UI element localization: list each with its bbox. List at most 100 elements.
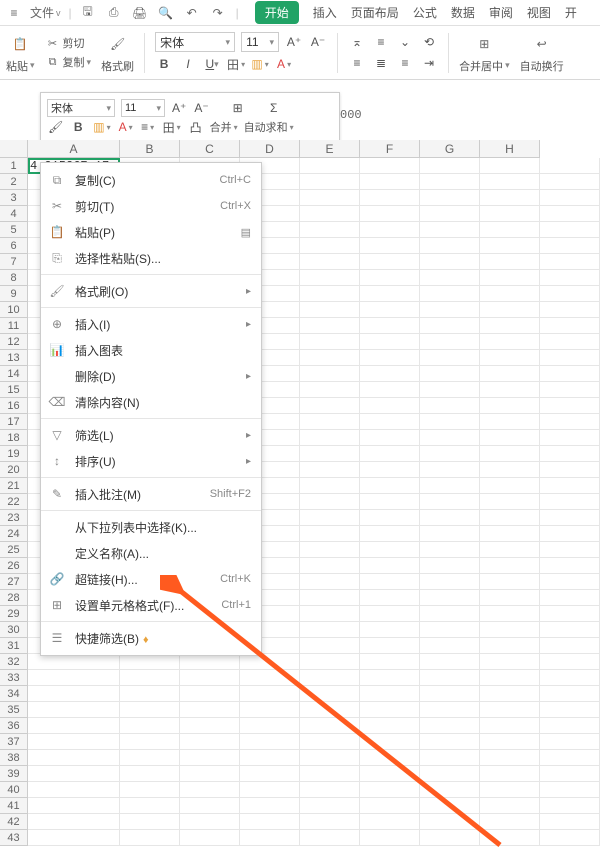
cell[interactable] — [480, 798, 540, 814]
cell[interactable] — [28, 702, 120, 718]
cell[interactable] — [480, 414, 540, 430]
cell[interactable] — [28, 654, 120, 670]
tab-formula[interactable]: 公式 — [413, 2, 437, 23]
cell[interactable] — [540, 510, 600, 526]
cell[interactable] — [360, 334, 420, 350]
ctx-sort[interactable]: ↕排序(U) — [41, 448, 261, 474]
cell[interactable] — [360, 670, 420, 686]
cell[interactable] — [480, 702, 540, 718]
cell[interactable] — [300, 782, 360, 798]
mini-autosum-label[interactable]: 自动求和 — [244, 119, 294, 135]
italic-button[interactable]: I — [179, 55, 197, 73]
cell[interactable] — [28, 670, 120, 686]
cell[interactable] — [300, 606, 360, 622]
cell[interactable] — [420, 718, 480, 734]
cell[interactable] — [420, 222, 480, 238]
cell[interactable] — [480, 558, 540, 574]
cell[interactable] — [420, 574, 480, 590]
bold-button[interactable]: B — [155, 55, 173, 73]
col-header-c[interactable]: C — [180, 140, 240, 158]
cell[interactable] — [480, 398, 540, 414]
ctx-copy[interactable]: ⧉复制(C)Ctrl+C — [41, 167, 261, 193]
cell[interactable] — [480, 510, 540, 526]
cell[interactable] — [360, 638, 420, 654]
cell[interactable] — [300, 254, 360, 270]
ctx-clear[interactable]: ⌫清除内容(N) — [41, 389, 261, 415]
file-menu[interactable]: 文件 v — [30, 4, 61, 21]
cell[interactable] — [360, 430, 420, 446]
decrease-font-icon[interactable]: A⁻ — [309, 33, 327, 51]
mini-align-button[interactable]: ≡ — [140, 119, 156, 135]
cell[interactable] — [360, 830, 420, 846]
cell[interactable] — [540, 206, 600, 222]
cell[interactable] — [540, 382, 600, 398]
cell[interactable] — [420, 654, 480, 670]
cell[interactable] — [240, 814, 300, 830]
col-header-a[interactable]: A — [28, 140, 120, 158]
cell[interactable] — [420, 366, 480, 382]
cell[interactable] — [480, 638, 540, 654]
cell[interactable] — [540, 446, 600, 462]
mini-size-select[interactable]: 11▾ — [121, 99, 165, 117]
cell[interactable] — [360, 622, 420, 638]
cell[interactable] — [120, 782, 180, 798]
cell[interactable] — [420, 734, 480, 750]
cell[interactable] — [480, 270, 540, 286]
save-as-icon[interactable]: ⎙ — [106, 5, 122, 21]
cell[interactable] — [240, 798, 300, 814]
cell[interactable] — [480, 494, 540, 510]
cell[interactable] — [120, 670, 180, 686]
cell[interactable] — [180, 782, 240, 798]
row-header[interactable]: 19 — [0, 446, 28, 462]
row-header[interactable]: 24 — [0, 526, 28, 542]
cell[interactable] — [420, 414, 480, 430]
cell[interactable] — [480, 750, 540, 766]
row-header[interactable]: 3 — [0, 190, 28, 206]
cell[interactable] — [120, 814, 180, 830]
cell[interactable] — [300, 510, 360, 526]
cell[interactable] — [28, 734, 120, 750]
cell[interactable] — [300, 766, 360, 782]
mini-font-color-button[interactable]: A — [118, 119, 134, 135]
cell[interactable] — [180, 830, 240, 846]
cell[interactable] — [540, 622, 600, 638]
row-header[interactable]: 8 — [0, 270, 28, 286]
cell[interactable] — [300, 190, 360, 206]
ctx-paste[interactable]: 📋粘贴(P)▤ — [41, 219, 261, 245]
cell[interactable] — [420, 526, 480, 542]
cell[interactable] — [420, 638, 480, 654]
row-header[interactable]: 12 — [0, 334, 28, 350]
mini-increase-font-icon[interactable]: A⁺ — [171, 100, 187, 116]
auto-wrap-group[interactable]: ↩ 自动换行 — [520, 32, 564, 74]
cell[interactable] — [360, 286, 420, 302]
cell[interactable] — [240, 750, 300, 766]
cell[interactable] — [480, 782, 540, 798]
indent-icon[interactable]: ⇥ — [420, 54, 438, 72]
cell[interactable] — [540, 814, 600, 830]
cell[interactable] — [420, 238, 480, 254]
row-header[interactable]: 20 — [0, 462, 28, 478]
cell[interactable] — [540, 302, 600, 318]
cell[interactable] — [540, 686, 600, 702]
cell[interactable] — [540, 430, 600, 446]
cell[interactable] — [120, 686, 180, 702]
ctx-insert-comment[interactable]: ✎插入批注(M)Shift+F2 — [41, 481, 261, 507]
cell[interactable] — [180, 702, 240, 718]
cell[interactable] — [540, 398, 600, 414]
cell[interactable] — [300, 206, 360, 222]
cell[interactable] — [540, 798, 600, 814]
cell[interactable] — [540, 654, 600, 670]
cell[interactable] — [300, 526, 360, 542]
row-header[interactable]: 6 — [0, 238, 28, 254]
row-header[interactable]: 23 — [0, 510, 28, 526]
row-header[interactable]: 2 — [0, 174, 28, 190]
cell[interactable] — [480, 430, 540, 446]
cell[interactable] — [480, 446, 540, 462]
row-header[interactable]: 15 — [0, 382, 28, 398]
font-color-button[interactable]: A — [275, 55, 293, 73]
cell[interactable] — [540, 174, 600, 190]
cell[interactable] — [360, 158, 420, 174]
cell[interactable] — [480, 286, 540, 302]
cell[interactable] — [480, 174, 540, 190]
cell[interactable] — [540, 158, 600, 174]
